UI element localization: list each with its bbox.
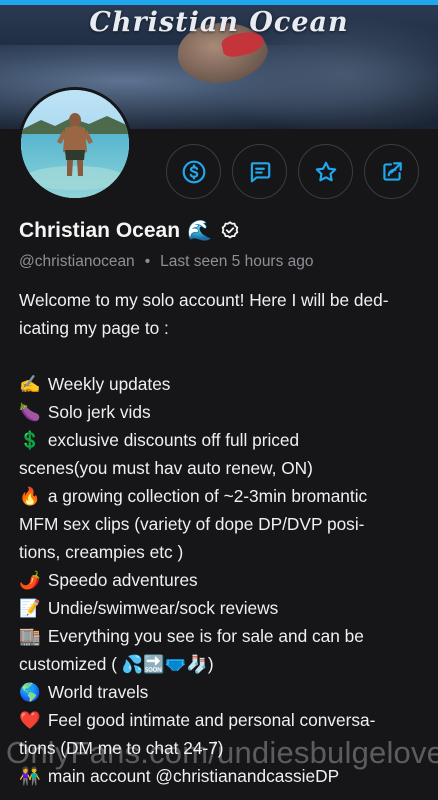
bio-line: Welcome to my solo account! Here I will … [19,286,419,314]
bio-text: tions, creampies etc ) [19,542,184,562]
bio-text: a growing collection of ~2-3min bromanti… [47,486,368,506]
bio-text: customized ( 💦🔜🩲🧦) [19,654,214,674]
bio-line: customized ( 💦🔜🩲🧦) [19,650,419,678]
bio-text: Feel good intimate and personal conversa… [47,710,376,730]
bio-line: icating my page to : [19,314,419,342]
bio-line: ❤️ Feel good intimate and personal conve… [19,706,419,734]
bio-text: scenes(you must hav auto renew, ON) [19,458,313,478]
cover-title: Christian Ocean [89,7,349,38]
bio-text: icating my page to : [19,318,169,338]
bio-emoji: 🌶️ [19,570,41,590]
bio-emoji: ✍️ [19,374,41,394]
profile-bio: Welcome to my solo account! Here I will … [19,286,419,790]
profile-name-row: Christian Ocean 🌊 [19,219,241,243]
bio-text: MFM sex clips (variety of dope DP/DVP po… [19,514,365,534]
bio-emoji: 🍆 [19,402,41,422]
bio-text: Solo jerk vids [47,402,151,422]
bio-emoji: ❤️ [19,710,41,730]
bio-line: 🌎 World travels [19,678,419,706]
star-icon [315,161,336,181]
bio-emoji: 🏬 [19,626,41,646]
bio-line: tions, creampies etc ) [19,538,419,566]
bio-line: 🌶️ Speedo adventures [19,566,419,594]
dollar-circle-icon [182,160,205,183]
bio-text: World travels [47,682,149,702]
verified-icon [221,221,239,239]
bio-line: MFM sex clips (variety of dope DP/DVP po… [19,510,419,538]
bio-emoji: 🌎 [19,682,41,702]
bio-text: Welcome to my solo account! Here I will … [19,290,389,310]
profile-handle: @christianocean [19,253,135,270]
bio-line: 🍆 Solo jerk vids [19,398,419,426]
avatar[interactable] [18,87,132,201]
bio-text: exclusive discounts off full priced [47,430,300,450]
watermark: OnlyFans.com/undiesbulgelover [6,735,438,770]
bio-line: scenes(you must hav auto renew, ON) [19,454,419,482]
bio-line: 📝 Undie/swimwear/sock reviews [19,594,419,622]
bio-text: Undie/swimwear/sock reviews [47,598,279,618]
tip-button[interactable] [166,144,221,199]
bio-text: Speedo adventures [47,570,198,590]
message-button[interactable] [232,144,287,199]
bio-emoji: 🔥 [19,486,41,506]
bio-text: Everything you see is for sale and can b… [47,626,364,646]
bio-line: ✍️ Weekly updates [19,370,419,398]
bio-line: 🏬 Everything you see is for sale and can… [19,622,419,650]
bio-line: 💲 exclusive discounts off full priced [19,426,419,454]
profile-name: Christian Ocean [19,219,181,242]
meta-separator: • [144,253,151,270]
wave-emoji: 🌊 [187,220,212,242]
profile-actions [166,144,419,199]
last-seen-status: Last seen 5 hours ago [160,253,314,270]
bio-text: Weekly updates [47,374,171,394]
share-icon [382,161,402,181]
message-square-icon [250,161,270,182]
share-button[interactable] [364,144,419,199]
bio-emoji: 📝 [19,598,41,618]
bio-line: 🔥 a growing collection of ~2-3min broman… [19,482,419,510]
profile-meta: @christianocean • Last seen 5 hours ago [19,253,314,271]
bio-emoji: 💲 [19,430,41,450]
favorite-button[interactable] [298,144,353,199]
bio-line [19,342,419,370]
